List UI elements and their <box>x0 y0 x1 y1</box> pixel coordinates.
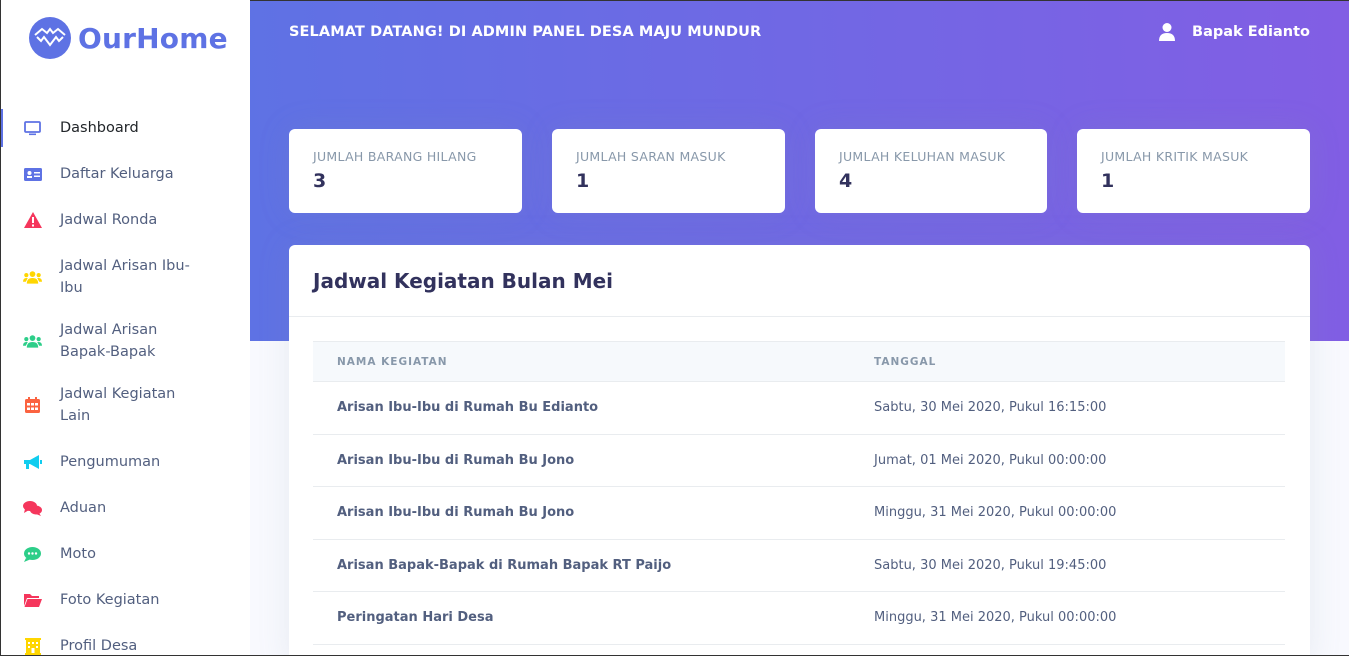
sidebar-item-label: Jadwal Arisan Ibu-Ibu <box>60 258 190 296</box>
user-menu[interactable]: Bapak Edianto <box>1158 23 1310 41</box>
stat-value: 3 <box>313 170 327 192</box>
sidebar-item-label: Jadwal Kegiatan Lain <box>60 386 176 424</box>
sidebar-item-foto-kegiatan[interactable]: Foto Kegiatan <box>1 577 250 623</box>
sidebar-item-jadwal-kegiatan-lain[interactable]: Jadwal Kegiatan Lain <box>1 371 250 439</box>
cell-tanggal: Jumat, 01 Mei 2020, Pukul 00:00:00 <box>850 434 1285 487</box>
sidebar-item-profil-desa[interactable]: Profil Desa <box>1 623 250 656</box>
sidebar-item-dashboard[interactable]: Dashboard <box>1 105 250 151</box>
logo-icon <box>29 17 71 59</box>
sidebar-item-aduan[interactable]: Aduan <box>1 485 250 531</box>
panel-title: Jadwal Kegiatan Bulan Mei <box>313 268 614 293</box>
table-row: Peringatan Hari Desa Minggu, 31 Mei 2020… <box>313 591 1285 645</box>
user-icon <box>1159 23 1176 41</box>
sidebar-item-jadwal-arisan-ibu[interactable]: Jadwal Arisan Ibu-Ibu <box>1 243 250 311</box>
sidebar-item-label: Aduan <box>60 500 107 516</box>
stat-card-kritik-masuk: JUMLAH KRITIK MASUK 1 <box>1077 129 1310 213</box>
cell-nama-kegiatan: Arisan Ibu-Ibu di Rumah Bu Edianto <box>313 381 850 435</box>
warning-icon <box>23 211 42 230</box>
id-card-icon <box>23 165 42 184</box>
cell-tanggal: Minggu, 31 Mei 2020, Pukul 00:00:00 <box>850 591 1285 645</box>
sidebar-item-jadwal-ronda[interactable]: Jadwal Ronda <box>1 197 250 243</box>
brand-name: OurHome <box>78 21 228 55</box>
stat-card-barang-hilang: JUMLAH BARANG HILANG 3 <box>289 129 522 213</box>
users-icon <box>23 268 42 287</box>
cell-nama-kegiatan: Peringatan Hari Desa <box>313 591 850 645</box>
table-row: Arisan Ibu-Ibu di Rumah Bu Jono Jumat, 0… <box>313 434 1285 487</box>
calendar-icon <box>23 396 42 415</box>
cell-nama-kegiatan: Arisan Ibu-Ibu di Rumah Bu Jono <box>313 486 850 540</box>
table-header-row: NAMA KEGIATAN TANGGAL <box>313 341 1285 382</box>
sidebar-item-pengumuman[interactable]: Pengumuman <box>1 439 250 485</box>
sidebar-item-label: Pengumuman <box>60 454 161 470</box>
table-row: Arisan Ibu-Ibu di Rumah Bu Jono Minggu, … <box>313 486 1285 540</box>
cell-tanggal: Minggu, 31 Mei 2020, Pukul 00:00:00 <box>850 486 1285 540</box>
sidebar-item-label: Daftar Keluarga <box>60 166 174 182</box>
megaphone-icon <box>23 453 42 472</box>
sidebar-item-label: Jadwal Ronda <box>60 212 158 228</box>
stat-card-keluhan-masuk: JUMLAH KELUHAN MASUK 4 <box>815 129 1047 213</box>
schedule-table: NAMA KEGIATAN TANGGAL Arisan Ibu-Ibu di … <box>313 341 1285 645</box>
column-header-tanggal[interactable]: TANGGAL <box>850 341 1285 382</box>
user-name: Bapak Edianto <box>1192 24 1310 40</box>
cell-tanggal: Sabtu, 30 Mei 2020, Pukul 16:15:00 <box>850 381 1285 435</box>
cell-tanggal: Sabtu, 30 Mei 2020, Pukul 19:45:00 <box>850 539 1285 592</box>
sidebar-item-label: Moto <box>60 546 96 562</box>
folder-open-icon <box>23 591 42 610</box>
users-icon <box>23 332 42 351</box>
stat-value: 1 <box>1101 170 1115 192</box>
sidebar-item-label: Profil Desa <box>60 638 138 654</box>
sidebar-nav: Dashboard Daftar Keluarga Jadwal Ronda J… <box>1 105 250 656</box>
stat-value: 4 <box>839 170 853 192</box>
comment-dots-icon <box>23 545 42 564</box>
stat-title: JUMLAH SARAN MASUK <box>576 149 726 164</box>
sidebar: OurHome Dashboard Daftar Keluarga Jadwal… <box>0 0 250 656</box>
table-row: Arisan Bapak-Bapak di Rumah Bapak RT Pai… <box>313 539 1285 592</box>
cell-nama-kegiatan: Arisan Bapak-Bapak di Rumah Bapak RT Pai… <box>313 539 850 592</box>
monitor-icon <box>23 119 42 138</box>
page-title: SELAMAT DATANG! DI ADMIN PANEL DESA MAJU… <box>289 24 762 40</box>
stat-title: JUMLAH BARANG HILANG <box>313 149 477 164</box>
sidebar-item-label: Dashboard <box>60 120 139 136</box>
table-row: Arisan Ibu-Ibu di Rumah Bu Edianto Sabtu… <box>313 381 1285 435</box>
stat-card-saran-masuk: JUMLAH SARAN MASUK 1 <box>552 129 785 213</box>
sidebar-item-jadwal-arisan-bapak[interactable]: Jadwal Arisan Bapak-Bapak <box>1 311 250 371</box>
sidebar-item-daftar-keluarga[interactable]: Daftar Keluarga <box>1 151 250 197</box>
brand[interactable]: OurHome <box>1 0 250 76</box>
stat-value: 1 <box>576 170 590 192</box>
cell-nama-kegiatan: Arisan Ibu-Ibu di Rumah Bu Jono <box>313 434 850 487</box>
sidebar-item-label: Jadwal Arisan Bapak-Bapak <box>60 322 158 360</box>
stat-title: JUMLAH KRITIK MASUK <box>1101 149 1249 164</box>
sidebar-item-label: Foto Kegiatan <box>60 592 160 608</box>
panel-header: Jadwal Kegiatan Bulan Mei <box>289 245 1310 317</box>
comments-icon <box>23 499 42 518</box>
building-icon <box>23 637 42 656</box>
sidebar-item-moto[interactable]: Moto <box>1 531 250 577</box>
stat-title: JUMLAH KELUHAN MASUK <box>839 149 1006 164</box>
column-header-nama-kegiatan[interactable]: NAMA KEGIATAN <box>313 341 850 382</box>
schedule-panel: Jadwal Kegiatan Bulan Mei NAMA KEGIATAN … <box>289 245 1310 656</box>
